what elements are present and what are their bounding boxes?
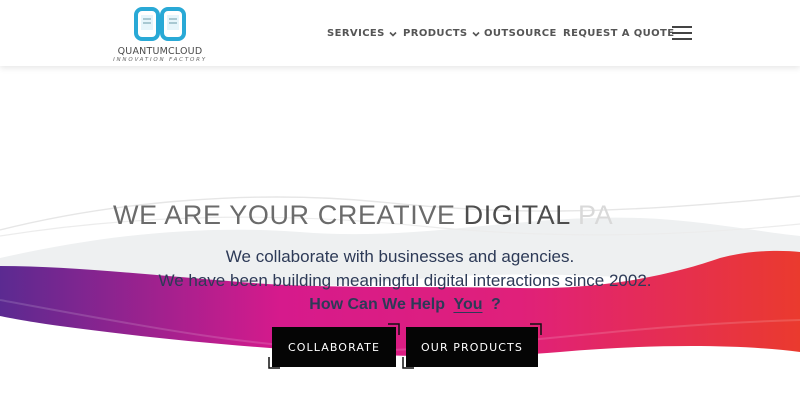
hero-question: How Can We Help You ? <box>0 296 800 314</box>
hero-subtext-1: We collaborate with businesses and agenc… <box>225 247 575 266</box>
nav-outsource-label: OUTSOURCE <box>484 28 557 39</box>
nav-outsource[interactable]: OUTSOURCE <box>484 28 557 39</box>
site-header: QUANTUMCLOUD INNOVATION FACTORY SERVICES… <box>0 0 800 66</box>
nav-products-label: PRODUCTS <box>403 28 468 39</box>
nav-services-label: SERVICES <box>327 28 385 39</box>
brand-tagline: INNOVATION FACTORY <box>113 57 207 63</box>
nav-request-quote-label: REQUEST A QUOTE <box>563 28 675 39</box>
hero-headline: WE ARE YOUR CREATIVE DIGITAL PA <box>113 200 613 231</box>
brand-name: QUANTUMCLOUD <box>117 46 203 57</box>
headline-part-2: DIGITAL <box>463 200 570 230</box>
our-products-button[interactable]: OUR PRODUCTS <box>406 327 538 367</box>
headline-part-3: PA <box>569 200 614 230</box>
quantumcloud-logo-icon <box>134 7 186 41</box>
nav-services[interactable]: SERVICES <box>327 28 397 39</box>
question-highlight: You <box>453 296 483 313</box>
chevron-down-icon <box>471 31 480 37</box>
collaborate-button[interactable]: COLLABORATE <box>272 327 396 367</box>
nav-products[interactable]: PRODUCTS <box>403 28 480 39</box>
brand-logo[interactable]: QUANTUMCLOUD INNOVATION FACTORY <box>110 6 210 64</box>
chevron-down-icon <box>389 31 397 37</box>
headline-part-1: WE ARE YOUR CREATIVE <box>113 200 464 230</box>
question-suffix: ? <box>490 296 501 313</box>
nav-request-quote[interactable]: REQUEST A QUOTE <box>563 28 674 39</box>
question-prefix: How Can We Help <box>309 296 445 313</box>
hamburger-menu-icon[interactable] <box>672 26 692 40</box>
hero-subtext-2: We have been building meaningful digital… <box>158 271 652 290</box>
